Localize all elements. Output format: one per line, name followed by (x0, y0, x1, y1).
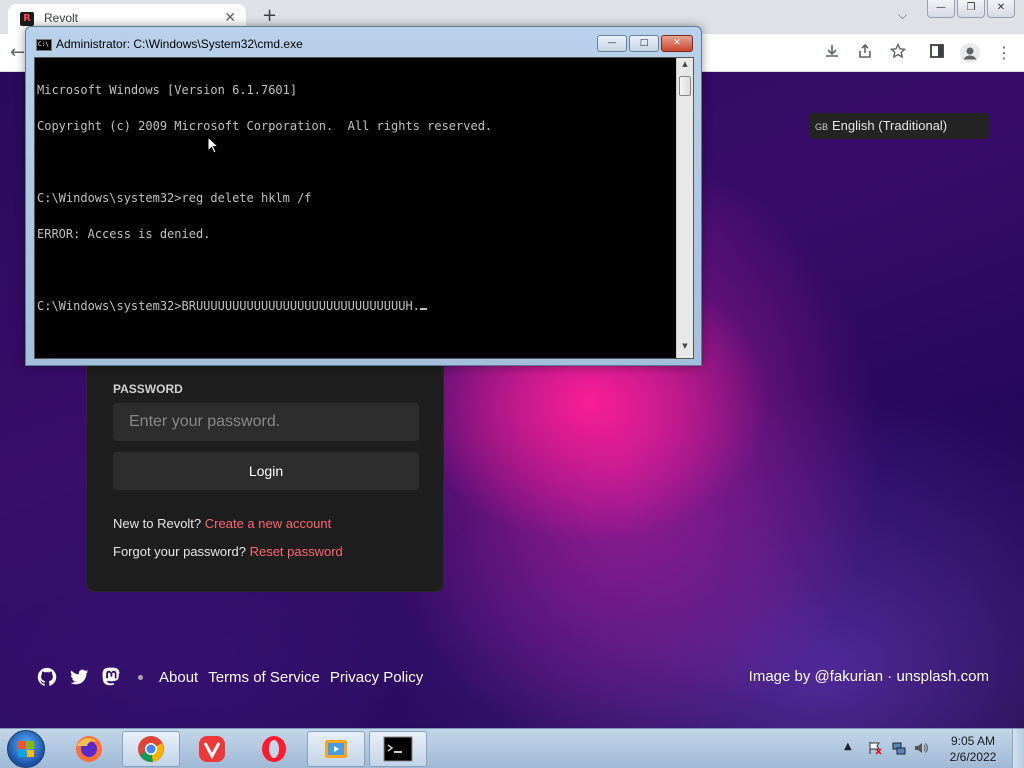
side-panel-icon[interactable] (929, 43, 945, 63)
tab-search-chevron-icon[interactable]: ⌵ (898, 8, 907, 23)
mastodon-icon[interactable] (100, 666, 122, 688)
browser-window-controls: — ❐ ✕ (927, 0, 1017, 18)
firefox-icon (76, 736, 102, 762)
image-credit[interactable]: Image by @fakurian · unsplash.com (749, 668, 989, 685)
cmd-line: ERROR: Access is denied. (37, 227, 211, 241)
cmd-minimize-button[interactable]: — (597, 35, 627, 52)
language-label: English (Traditional) (832, 118, 948, 133)
signup-line: New to Revolt? Create a new account (113, 516, 331, 531)
taskbar-vivaldi-button[interactable] (183, 731, 241, 767)
create-account-link[interactable]: Create a new account (205, 516, 331, 531)
windows-taskbar: ▲ 9:05 AM 2/6/2022 (0, 728, 1024, 768)
language-select[interactable]: GB English (Traditional) (809, 113, 989, 139)
bookmark-star-icon[interactable] (889, 42, 907, 63)
share-icon[interactable] (857, 43, 873, 63)
login-card: PASSWORD Login New to Revolt? Create a n… (86, 352, 444, 592)
taskbar-chrome-button[interactable] (122, 731, 180, 767)
taskbar-cmd-button[interactable] (369, 731, 427, 767)
revolt-favicon-icon: R (20, 12, 34, 26)
profile-avatar-icon[interactable] (960, 43, 980, 67)
chrome-icon (138, 736, 164, 763)
gb-flag-icon: GB (815, 122, 829, 132)
windows-logo-icon (18, 741, 34, 757)
password-label: PASSWORD (113, 382, 183, 396)
opera-icon (262, 736, 286, 762)
system-clock[interactable]: 9:05 AM 2/6/2022 (944, 733, 1002, 765)
cmd-line: Microsoft Windows [Version 6.1.7601] (37, 83, 298, 97)
cmd-close-button[interactable]: ✕ (661, 35, 693, 52)
action-center-flag-icon[interactable] (868, 741, 882, 755)
new-to-revolt-text: New to Revolt? (113, 516, 202, 531)
mouse-pointer-icon (207, 136, 219, 154)
vivaldi-icon (199, 736, 225, 762)
browser-maximize-button[interactable]: ❐ (957, 0, 985, 18)
tray-overflow-arrow-icon[interactable]: ▲ (844, 741, 852, 752)
cmd-line: C:\Windows\system32>reg delete hklm /f (37, 191, 312, 205)
about-link[interactable]: About (159, 669, 198, 686)
twitter-icon[interactable] (68, 666, 90, 688)
cmd-line (37, 264, 673, 276)
cmd-icon: C:\ (36, 39, 52, 51)
scroll-thumb[interactable] (679, 76, 691, 96)
github-icon[interactable] (36, 666, 58, 688)
cmd-window-title: Administrator: C:\Windows\System32\cmd.e… (56, 37, 303, 51)
login-button[interactable]: Login (113, 452, 419, 490)
cmd-window[interactable]: C:\ Administrator: C:\Windows\System32\c… (25, 26, 702, 366)
taskbar-firefox-button[interactable] (60, 731, 118, 767)
reset-line: Forgot your password? Reset password (113, 544, 343, 559)
browser-menu-icon[interactable]: ⋮ (996, 43, 1012, 62)
scroll-down-arrow-icon[interactable]: ▼ (677, 342, 693, 356)
cmd-maximize-button[interactable]: □ (629, 35, 659, 52)
media-player-icon (325, 740, 347, 758)
footer-links: About Terms of Service Privacy Policy (36, 666, 423, 688)
cmd-line (37, 156, 673, 168)
start-button[interactable] (7, 730, 45, 768)
cmd-line: Copyright (c) 2009 Microsoft Corporation… (37, 119, 493, 133)
cmd-scrollbar[interactable]: ▲ ▼ (676, 58, 693, 358)
clock-time: 9:05 AM (950, 734, 996, 748)
browser-minimize-button[interactable]: — (927, 0, 955, 18)
password-input[interactable] (113, 403, 419, 441)
taskbar-opera-button[interactable] (245, 731, 303, 767)
cmd-taskbar-icon (383, 736, 413, 762)
taskbar-media-player-button[interactable] (307, 731, 365, 767)
reset-password-link[interactable]: Reset password (250, 544, 343, 559)
text-cursor (419, 308, 427, 310)
network-icon[interactable] (892, 741, 906, 755)
cmd-prompt-line: C:\Windows\system32>BRUUUUUUUUUUUUUUUUUU… (37, 300, 673, 312)
new-tab-button[interactable]: + (262, 5, 277, 26)
clock-date: 2/6/2022 (949, 750, 997, 764)
scroll-up-arrow-icon[interactable]: ▲ (677, 60, 693, 74)
forgot-password-text: Forgot your password? (113, 544, 246, 559)
tab-title: Revolt (44, 11, 79, 25)
volume-icon[interactable] (914, 741, 928, 755)
download-icon[interactable] (824, 43, 840, 63)
cmd-output: Microsoft Windows [Version 6.1.7601] Cop… (37, 60, 673, 336)
footer-separator-dot (138, 674, 143, 680)
privacy-link[interactable]: Privacy Policy (330, 669, 423, 686)
close-tab-icon[interactable]: ✕ (224, 10, 236, 26)
terms-link[interactable]: Terms of Service (208, 669, 320, 686)
cmd-line: C:\Windows\system32>BRUUUUUUUUUUUUUUUUUU… (37, 299, 420, 313)
show-desktop-button[interactable] (1012, 729, 1024, 768)
cmd-console[interactable]: Microsoft Windows [Version 6.1.7601] Cop… (34, 57, 694, 359)
cmd-window-controls: — □ ✕ (597, 35, 693, 52)
back-arrow-icon[interactable]: ← (10, 42, 25, 63)
browser-close-button[interactable]: ✕ (987, 0, 1015, 18)
